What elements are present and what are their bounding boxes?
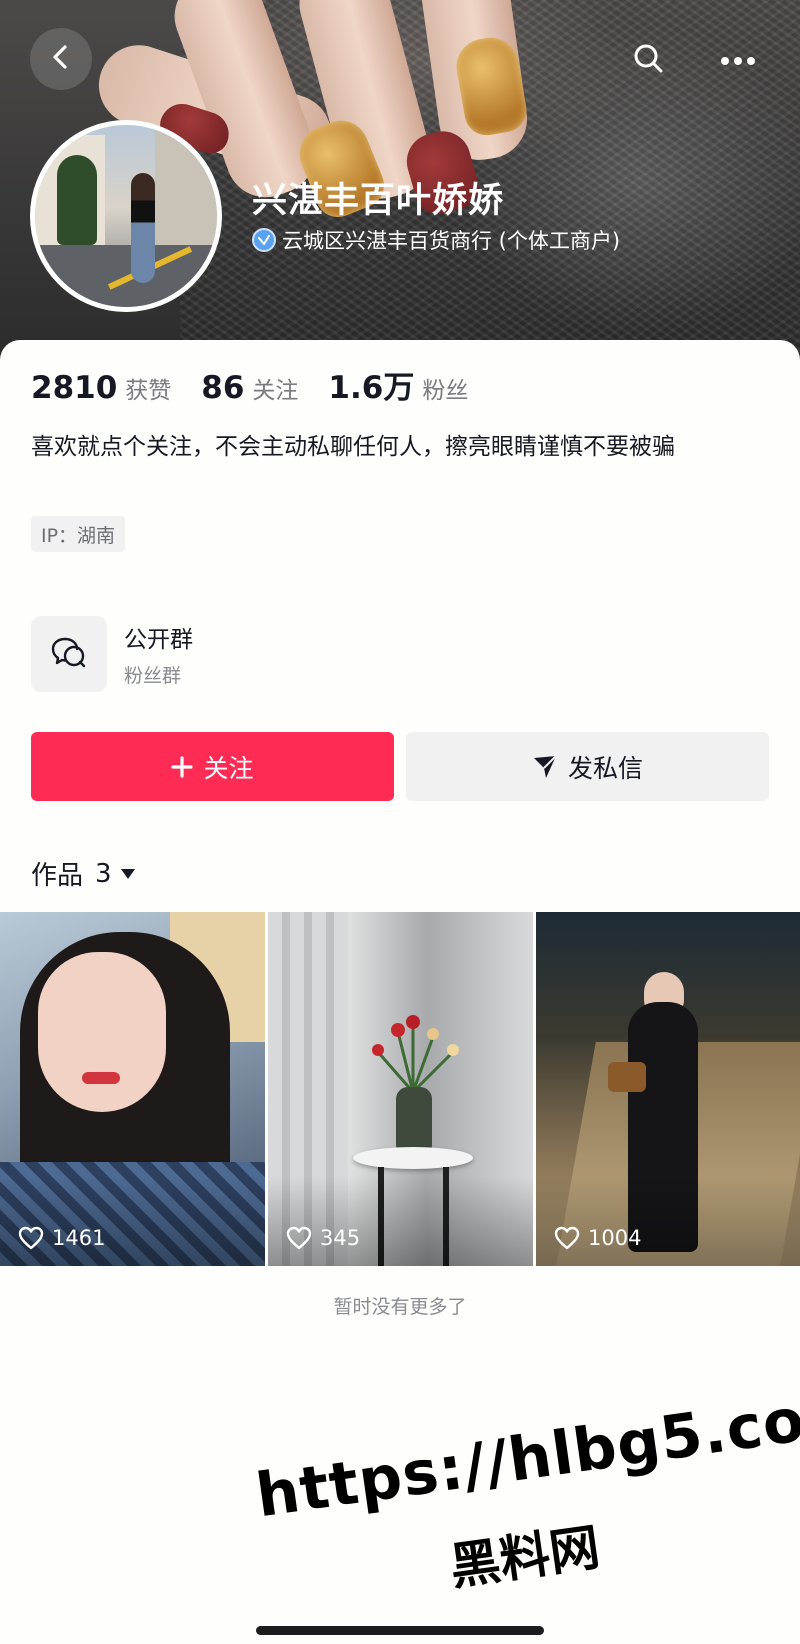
video-thumbnail[interactable]: 1004 xyxy=(536,912,800,1266)
following-label[interactable]: 关注 xyxy=(252,371,298,405)
thumbnail-scene xyxy=(372,1015,459,1092)
no-more-text: 暂时没有更多了 xyxy=(333,1296,467,1318)
avatar-person xyxy=(131,173,155,283)
followers-label[interactable]: 粉丝 xyxy=(422,371,468,405)
back-button[interactable] xyxy=(30,28,92,90)
caret-down-icon xyxy=(120,868,136,880)
thumbnail-scene xyxy=(353,1147,473,1169)
ip-location-tag: IP：湖南 xyxy=(31,516,126,552)
message-button[interactable]: 发私信 xyxy=(406,732,769,801)
more-dots-icon xyxy=(720,51,756,70)
video-thumbnail[interactable]: 345 xyxy=(268,912,533,1266)
works-label: 作品 xyxy=(31,861,84,891)
following-count[interactable]: 86 xyxy=(201,370,244,406)
video-thumbnail[interactable]: 1461 xyxy=(0,912,265,1266)
profile-page: 兴湛丰百叶娇娇 云城区兴湛丰百货商行 (个体工商户) 2810 获赞 86 关注… xyxy=(0,0,800,1644)
follow-button[interactable]: 关注 xyxy=(31,732,394,801)
verified-badge-icon xyxy=(252,228,276,252)
home-indicator[interactable] xyxy=(256,1626,544,1635)
follow-button-label: 关注 xyxy=(203,753,254,783)
heart-icon xyxy=(554,1226,580,1250)
verification-info[interactable]: 云城区兴湛丰百货商行 (个体工商户) xyxy=(252,225,620,255)
works-count: 3 xyxy=(95,858,112,889)
profile-banner: 兴湛丰百叶娇娇 云城区兴湛丰百货商行 (个体工商户) xyxy=(0,0,800,380)
search-button[interactable] xyxy=(628,40,668,80)
thumbnail-scene xyxy=(82,1072,120,1084)
chat-bubbles-icon xyxy=(50,635,88,673)
group-title[interactable]: 公开群 xyxy=(124,620,193,654)
video-likes-count: 345 xyxy=(320,1226,361,1250)
group-entry-icon[interactable] xyxy=(31,616,107,692)
video-likes: 1004 xyxy=(554,1226,641,1250)
plus-icon xyxy=(171,755,194,778)
video-likes: 1461 xyxy=(18,1226,105,1250)
stats-row: 2810 获赞 86 关注 1.6万 粉丝 xyxy=(31,362,498,407)
video-likes-count: 1461 xyxy=(52,1226,106,1250)
more-button[interactable] xyxy=(714,40,762,80)
message-button-label: 发私信 xyxy=(567,753,643,783)
bio-text: 喜欢就点个关注，不会主动私聊任何人，擦亮眼睛谨慎不要被骗 xyxy=(31,434,675,460)
thumbnail-shade xyxy=(268,1176,533,1266)
thumbnail-scene xyxy=(608,1062,646,1092)
profile-name: 兴湛丰百叶娇娇 xyxy=(252,181,505,221)
likes-label: 获赞 xyxy=(125,378,172,404)
thumbnail-shade xyxy=(0,1176,265,1266)
works-tab[interactable]: 作品 3 xyxy=(31,855,136,892)
back-arrow-icon xyxy=(48,44,74,74)
verification-text: 云城区兴湛丰百货商行 (个体工商户) xyxy=(282,229,621,253)
thumbnail-scene xyxy=(38,952,166,1112)
avatar[interactable] xyxy=(30,120,222,312)
thumbnail-shade xyxy=(536,1176,800,1266)
search-icon xyxy=(632,42,664,78)
video-likes: 345 xyxy=(286,1226,360,1250)
avatar-scene xyxy=(57,155,97,245)
heart-icon xyxy=(18,1226,44,1250)
heart-icon xyxy=(286,1226,312,1250)
send-icon xyxy=(532,754,558,780)
works-grid: 1461 345 1004 xyxy=(0,912,800,1266)
group-subtitle: 粉丝群 xyxy=(124,665,182,687)
followers-count[interactable]: 1.6万 xyxy=(328,362,414,407)
video-likes-count: 1004 xyxy=(588,1226,642,1250)
likes-count: 2810 xyxy=(31,370,118,406)
